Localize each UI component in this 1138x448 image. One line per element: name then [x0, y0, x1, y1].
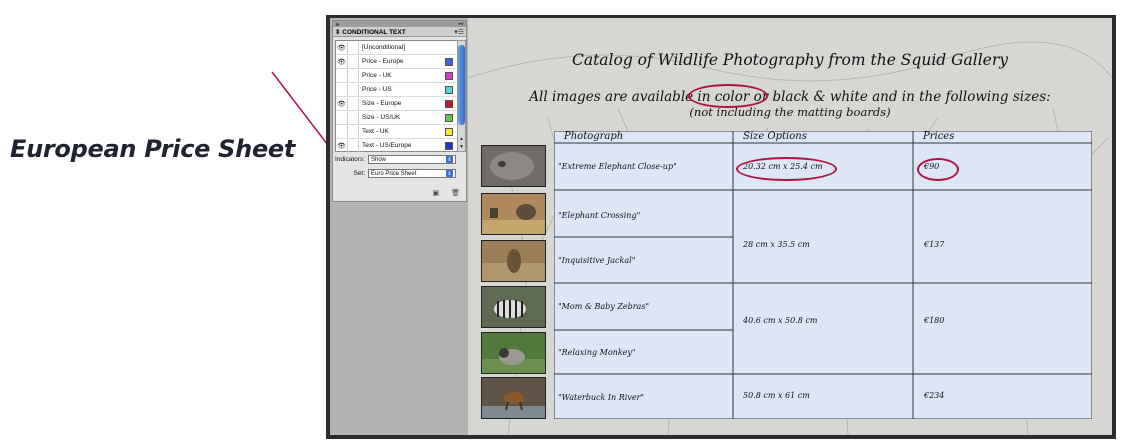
condition-lock-cell: [348, 111, 359, 124]
close-panel-icon[interactable]: [336, 22, 339, 26]
chevron-updown-icon: ⇕: [446, 170, 453, 177]
caption-european-price-sheet: European Price Sheet: [10, 135, 296, 163]
condition-lock-cell: [348, 83, 359, 96]
price-value: €137: [924, 240, 945, 249]
thumbnail-elephant-crossing: [481, 193, 546, 235]
photo-title: "Elephant Crossing": [558, 211, 641, 220]
document-subtitle-line1: All images are available in color or bla…: [529, 89, 1051, 105]
app-window: ◂◂ ⇕ CONDITIONAL TEXT ▾☰ 👁 [Unconditiona…: [326, 15, 1116, 439]
size-option: 50.8 cm x 61 cm: [743, 391, 810, 400]
condition-lock-cell: [348, 69, 359, 82]
conditional-text-panel: ◂◂ ⇕ CONDITIONAL TEXT ▾☰ 👁 [Unconditiona…: [332, 20, 467, 202]
chevron-updown-icon: ⇕: [446, 156, 453, 163]
document-subtitle-line2: (not including the matting boards): [689, 105, 891, 119]
set-select[interactable]: Euro Price Sheet ⇕: [368, 169, 456, 178]
condition-name: Size - Europe: [362, 100, 402, 107]
condition-row[interactable]: 👁 Text - US/Europe: [336, 139, 457, 152]
set-value: Euro Price Sheet: [371, 170, 417, 177]
condition-color-swatch: [445, 57, 453, 66]
price-value: €234: [924, 391, 945, 400]
photo-title: "Relaxing Monkey": [558, 348, 636, 357]
scroll-down-icon[interactable]: ▼: [459, 144, 464, 150]
visibility-toggle[interactable]: [336, 83, 348, 96]
visibility-toggle[interactable]: [336, 125, 348, 138]
panel-title: CONDITIONAL TEXT: [342, 28, 406, 36]
annotation-circle-size: [736, 157, 837, 181]
indicators-label: Indicators:: [335, 156, 365, 163]
condition-lock-cell: [348, 139, 359, 152]
condition-row[interactable]: 👁 [Unconditional]: [336, 41, 457, 55]
indicators-row: Indicators: Show ⇕: [335, 154, 456, 165]
condition-name: Text - UK: [362, 128, 389, 135]
set-row: Set: Euro Price Sheet ⇕: [335, 168, 456, 179]
thumbnail-waterbuck: [481, 377, 546, 419]
condition-name: Price - UK: [362, 72, 392, 79]
thumbnail-elephant-closeup: [481, 145, 546, 187]
photo-title: "Inquisitive Jackal": [558, 256, 636, 265]
indicators-select[interactable]: Show ⇕: [368, 155, 456, 164]
thumbnail-zebras: [481, 286, 546, 328]
thumbnail-relaxing-monkey: [481, 332, 546, 374]
size-option: 28 cm x 35.5 cm: [743, 240, 810, 249]
collapse-panel-icon[interactable]: ◂◂: [458, 21, 463, 27]
condition-row[interactable]: 👁 Price - Europe: [336, 55, 457, 69]
photo-title: "Mom & Baby Zebras": [558, 302, 650, 311]
price-value: €180: [924, 316, 945, 325]
visibility-eye-icon[interactable]: 👁: [336, 55, 348, 68]
header-prices: Prices: [923, 131, 955, 142]
panel-footer: ▣ 🗑: [432, 189, 460, 197]
document-page: Catalog of Wildlife Photography from the…: [468, 18, 1112, 435]
thumbnail-inquisitive-jackal: [481, 240, 546, 282]
condition-row[interactable]: 👁 Size - Europe: [336, 97, 457, 111]
condition-row[interactable]: Price - UK: [336, 69, 457, 83]
scroll-thumb[interactable]: [458, 45, 465, 125]
photo-title: "Extreme Elephant Close-up": [558, 162, 677, 171]
scroll-up-icon[interactable]: ▲: [459, 136, 464, 142]
annotation-circle-price: [917, 158, 959, 181]
condition-color-swatch: [445, 85, 453, 94]
condition-name: Price - US: [362, 86, 392, 93]
condition-row[interactable]: Price - US: [336, 83, 457, 97]
condition-row[interactable]: Size - US/UK: [336, 111, 457, 125]
condition-lock-cell: [348, 97, 359, 110]
conditions-list: 👁 [Unconditional] 👁 Price - Europe Price…: [335, 40, 458, 152]
condition-lock-cell: [348, 125, 359, 138]
set-label: Set:: [353, 170, 365, 177]
window-content: ◂◂ ⇕ CONDITIONAL TEXT ▾☰ 👁 [Unconditiona…: [330, 18, 1112, 435]
visibility-toggle[interactable]: [336, 69, 348, 82]
header-photograph: Photograph: [564, 131, 624, 142]
header-size-options: Size Options: [743, 131, 807, 142]
condition-name: [Unconditional]: [362, 44, 405, 51]
visibility-toggle[interactable]: [336, 111, 348, 124]
condition-color-swatch: [445, 71, 453, 80]
condition-row[interactable]: Text - UK: [336, 125, 457, 139]
annotation-circle-in-color-or: [688, 84, 768, 108]
size-option: 40.6 cm x 50.8 cm: [743, 316, 818, 325]
condition-name: Text - US/Europe: [362, 142, 412, 149]
visibility-eye-icon[interactable]: 👁: [336, 97, 348, 110]
condition-color-swatch: [445, 99, 453, 108]
panel-tab-row: ⇕ CONDITIONAL TEXT ▾☰: [333, 27, 466, 37]
visibility-eye-icon[interactable]: 👁: [336, 41, 348, 54]
condition-lock-cell: [348, 41, 359, 54]
tab-conditional-text[interactable]: ⇕ CONDITIONAL TEXT: [335, 28, 406, 36]
conditions-scrollbar[interactable]: ▲ ▼: [457, 40, 466, 152]
condition-color-swatch: [445, 141, 453, 150]
condition-name: Price - Europe: [362, 58, 404, 65]
indicators-value: Show: [371, 156, 387, 163]
condition-color-swatch: [445, 127, 453, 136]
visibility-eye-icon[interactable]: 👁: [336, 139, 348, 152]
photo-title: "Waterbuck In River": [558, 393, 645, 402]
condition-color-swatch: [445, 113, 453, 122]
new-condition-icon[interactable]: ▣: [432, 189, 439, 197]
document-title: Catalog of Wildlife Photography from the…: [571, 51, 1009, 69]
condition-lock-cell: [348, 55, 359, 68]
panel-menu-icon[interactable]: ▾☰: [454, 28, 464, 36]
condition-name: Size - US/UK: [362, 114, 401, 121]
delete-condition-icon[interactable]: 🗑: [451, 189, 460, 197]
